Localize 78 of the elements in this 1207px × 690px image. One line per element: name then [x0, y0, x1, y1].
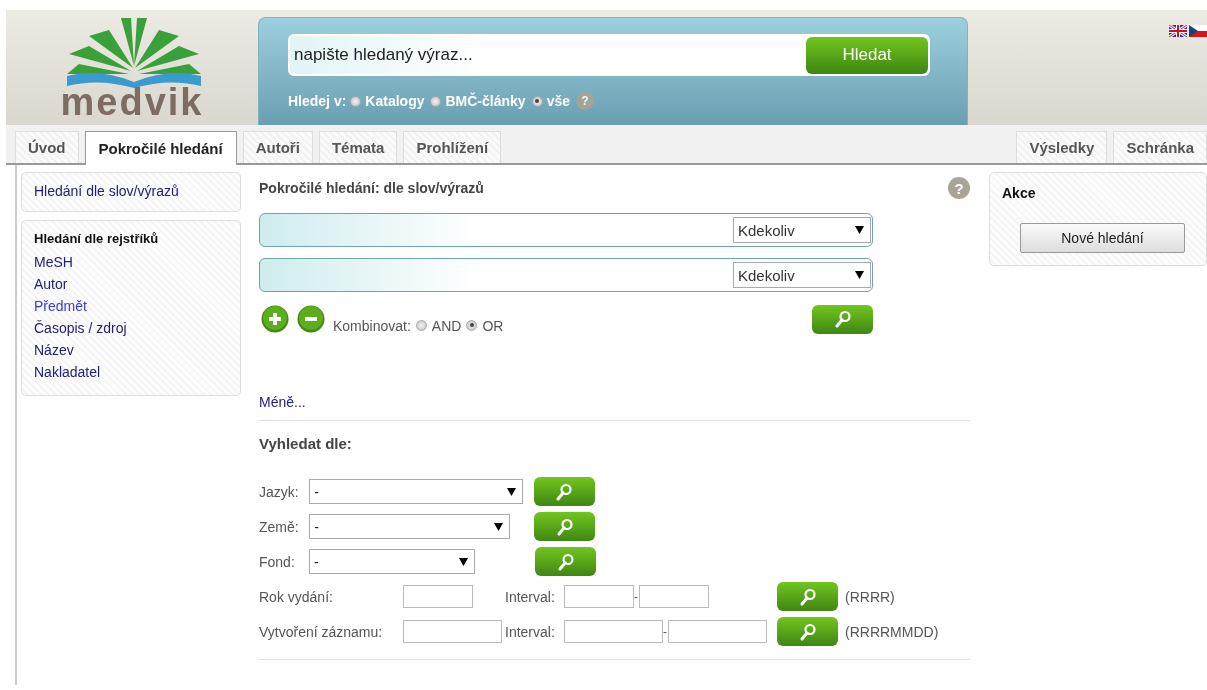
sidebar-link[interactable]: MeSH	[34, 251, 228, 273]
text-field[interactable]	[639, 585, 709, 608]
field-label: Interval:	[505, 623, 556, 640]
field-label: Jazyk:	[259, 483, 300, 500]
search-button[interactable]	[534, 512, 596, 541]
search-icon	[556, 517, 573, 536]
field-label: Interval:	[505, 588, 556, 605]
sidebar-link[interactable]: Autor	[34, 273, 228, 295]
radio-button[interactable]	[531, 95, 543, 107]
field-label: Rok vydání:	[259, 588, 334, 605]
search-icon	[799, 587, 816, 606]
less-link[interactable]: Méně...	[259, 394, 970, 410]
add-icon	[261, 305, 289, 333]
section-title: Vyhledat dle:	[259, 435, 353, 452]
field-label: Fond:	[259, 553, 296, 570]
field-select[interactable]: Kdekoliv	[733, 262, 871, 288]
radio-label: Katalogy	[365, 93, 425, 109]
radio-label: vše	[546, 93, 570, 109]
search-icon	[557, 552, 574, 571]
caret-icon	[855, 271, 864, 279]
field-select[interactable]: Kdekoliv	[733, 217, 871, 243]
tab[interactable]: Témata	[318, 131, 398, 163]
tab[interactable]: Úvod	[15, 131, 79, 163]
query-field[interactable]: Kdekoliv	[259, 213, 873, 247]
remove-icon	[297, 305, 325, 333]
search-button[interactable]	[535, 547, 596, 576]
search-button[interactable]	[777, 617, 838, 646]
text-field[interactable]	[564, 620, 663, 643]
search-button[interactable]	[533, 477, 595, 506]
radio-button[interactable]	[466, 319, 478, 331]
sidebar-link[interactable]: Nakladatel	[34, 361, 228, 383]
logo-text: medvik	[60, 84, 204, 120]
flag-icon[interactable]	[1169, 25, 1187, 37]
radio-button[interactable]	[415, 319, 427, 331]
sidebar-link[interactable]: Hledání dle slov/výrazů	[34, 183, 228, 199]
radio-button[interactable]	[350, 95, 362, 107]
query-field[interactable]: Kdekoliv	[259, 258, 873, 292]
search-icon	[799, 622, 816, 641]
radio-button[interactable]	[430, 95, 442, 107]
tab[interactable]: Autoři	[242, 131, 313, 163]
section-title: Pokročilé hledání: dle slov/výrazů	[259, 180, 484, 196]
search-button[interactable]	[777, 582, 838, 611]
field-label: Země:	[259, 518, 300, 535]
panel-title: Akce	[1002, 185, 1037, 201]
caret-icon	[459, 557, 468, 566]
new-search-button[interactable]: Nové hledání	[1020, 223, 1185, 253]
filter-select[interactable]: -	[309, 479, 523, 504]
tab[interactable]: Výsledky	[1016, 131, 1108, 163]
format-hint: (RRRR)	[845, 588, 896, 605]
text-field[interactable]	[403, 585, 473, 608]
tab[interactable]: Prohlížení	[403, 131, 502, 163]
tab[interactable]: Pokročilé hledání	[84, 131, 237, 165]
combine-label: Kombinovat:	[333, 318, 411, 334]
radio-label: BMČ-články	[445, 93, 526, 109]
caret-icon	[506, 487, 516, 496]
search-icon	[556, 482, 573, 501]
radio-label: OR	[482, 318, 504, 334]
field-label: Vytvoření záznamu:	[259, 623, 384, 640]
range-separator: -	[663, 624, 668, 639]
tab[interactable]: Schránka	[1113, 131, 1207, 163]
search-icon	[834, 310, 851, 328]
range-separator: -	[634, 589, 639, 604]
sidebar-heading: Hledání dle rejstříků	[34, 231, 160, 246]
sidebar-link[interactable]: Název	[34, 339, 228, 361]
text-field[interactable]	[564, 585, 634, 608]
text-field[interactable]	[403, 620, 502, 643]
flag-icon[interactable]	[1189, 25, 1207, 37]
radio-label: AND	[431, 318, 462, 334]
filter-select[interactable]: -	[309, 514, 511, 539]
scope-label: Hledej v:	[288, 93, 347, 109]
search-button[interactable]	[812, 304, 873, 334]
format-hint: (RRRRMMDD)	[845, 623, 940, 640]
caret-icon	[494, 522, 504, 531]
sidebar-link[interactable]: Předmět	[34, 295, 228, 317]
text-field[interactable]	[668, 620, 767, 643]
sidebar-link[interactable]: Časopis / zdroj	[34, 317, 228, 339]
caret-icon	[855, 226, 864, 234]
filter-select[interactable]: -	[309, 549, 475, 574]
